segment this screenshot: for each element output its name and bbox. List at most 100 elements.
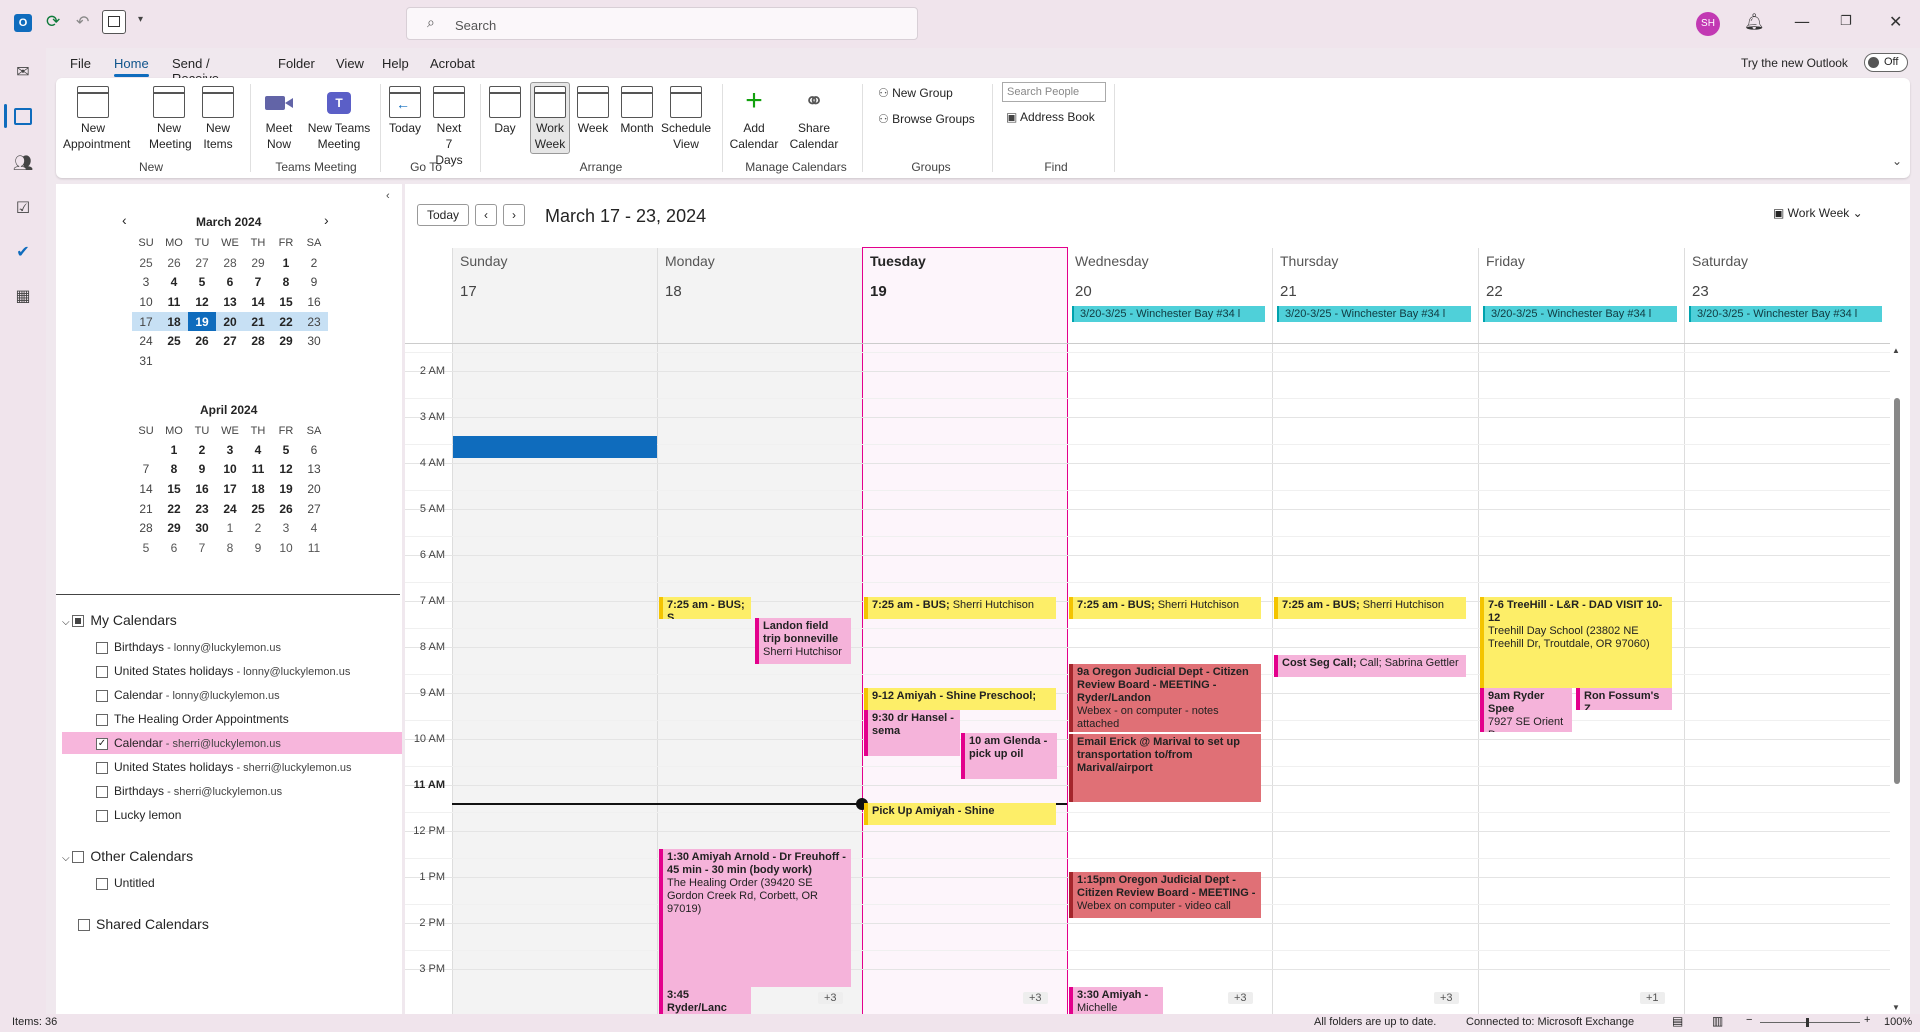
- mini-day[interactable]: 6: [300, 440, 328, 460]
- mini-day[interactable]: 25: [160, 331, 188, 351]
- mini-day[interactable]: 17: [216, 479, 244, 499]
- event-oregon-judicial-2[interactable]: 1:15pm Oregon Judicial Dept - Citizen Re…: [1069, 872, 1261, 918]
- day-header[interactable]: Wednesday: [1075, 253, 1149, 283]
- mini-day[interactable]: 2: [244, 518, 272, 538]
- mini-day[interactable]: 18: [160, 311, 188, 332]
- checkbox[interactable]: [96, 665, 108, 678]
- mini-day[interactable]: 2: [188, 440, 216, 460]
- more-events-indicator[interactable]: +1: [1640, 992, 1665, 1004]
- mini-day[interactable]: 6: [216, 273, 244, 293]
- sync-icon[interactable]: ⟳: [46, 12, 60, 32]
- browse-groups-button[interactable]: ⚇ Browse Groups: [878, 112, 975, 126]
- next-7-days-button[interactable]: Next 7 Days: [426, 86, 472, 168]
- mini-day[interactable]: 15: [272, 292, 300, 312]
- mini-day[interactable]: 10: [272, 538, 300, 558]
- new-items-button[interactable]: New Items: [196, 86, 240, 152]
- search-people-input[interactable]: Search People: [1002, 82, 1106, 102]
- mini-day[interactable]: 28: [244, 331, 272, 351]
- mini-day[interactable]: 1: [272, 253, 300, 273]
- day-column[interactable]: [1684, 248, 1889, 1014]
- checkbox[interactable]: [96, 641, 108, 654]
- bell-icon[interactable]: 🔔︎: [1744, 12, 1764, 31]
- today-button[interactable]: ← Today: [382, 86, 428, 136]
- mini-day[interactable]: 3: [132, 273, 160, 293]
- zoom-slider[interactable]: [1760, 1022, 1860, 1023]
- mini-day[interactable]: 1: [160, 440, 188, 460]
- mini-day[interactable]: 29: [244, 253, 272, 273]
- day-column[interactable]: [452, 248, 657, 1014]
- calendar-item[interactable]: United States holidays - sherri@luckylem…: [96, 756, 352, 778]
- tab-file[interactable]: File: [70, 56, 91, 71]
- new-group-button[interactable]: ⚇ New Group: [878, 86, 953, 100]
- more-events-indicator[interactable]: +3: [1434, 992, 1459, 1004]
- mini-day[interactable]: 18: [244, 479, 272, 499]
- mini-day[interactable]: 4: [160, 273, 188, 293]
- calendar-item[interactable]: United States holidays - lonny@luckylemo…: [96, 660, 350, 682]
- mini-day[interactable]: 13: [300, 460, 328, 480]
- mini-prev-icon[interactable]: ‹: [122, 212, 127, 228]
- mini-day[interactable]: 23: [188, 499, 216, 519]
- mini-day[interactable]: 26: [272, 499, 300, 519]
- mini-day[interactable]: 4: [244, 440, 272, 460]
- checkbox[interactable]: [96, 877, 108, 890]
- my-calendars-header[interactable]: ⌵ My Calendars: [62, 612, 177, 628]
- mini-day[interactable]: 10: [132, 292, 160, 312]
- mini-day[interactable]: 4: [300, 518, 328, 538]
- new-teams-meeting-button[interactable]: T New Teams Meeting: [304, 86, 374, 152]
- more-events-indicator[interactable]: +3: [1228, 992, 1253, 1004]
- collapse-pane-icon[interactable]: ‹: [386, 190, 390, 202]
- customize-toolbar-icon[interactable]: ▾: [138, 14, 143, 25]
- shared-calendars-header[interactable]: Shared Calendars: [78, 916, 209, 932]
- address-book-button[interactable]: ▣ Address Book: [1006, 110, 1095, 124]
- scroll-down-icon[interactable]: ▼: [1892, 1003, 1900, 1012]
- mini-day[interactable]: 3: [272, 518, 300, 538]
- add-calendar-button[interactable]: + Add Calendar: [726, 86, 782, 152]
- new-appointment-button[interactable]: New Appointment: [56, 86, 130, 152]
- event-bus[interactable]: 7:25 am - BUS; Sherri Hutchison: [1274, 597, 1466, 619]
- mini-day[interactable]: 21: [132, 499, 160, 519]
- mini-day[interactable]: 28: [216, 253, 244, 273]
- mini-day[interactable]: 22: [272, 311, 300, 332]
- mini-day[interactable]: 8: [216, 538, 244, 558]
- calendar-item-untitled[interactable]: Untitled: [96, 872, 155, 894]
- mini-day[interactable]: 7: [188, 538, 216, 558]
- minimize-button[interactable]: —: [1794, 12, 1810, 31]
- mini-day[interactable]: 27: [300, 499, 328, 519]
- mini-day[interactable]: 6: [160, 538, 188, 558]
- event-ron-fossum[interactable]: Ron Fossum's Z: [1576, 688, 1672, 710]
- event-glenda[interactable]: 10 am Glenda - pick up oil: [961, 733, 1057, 779]
- mini-day[interactable]: 25: [244, 499, 272, 519]
- view-mode-dropdown[interactable]: ▣ Work Week ⌄: [1773, 206, 1863, 220]
- event-ryder[interactable]: 3:45 Ryder/LancColumbia Gorge: [659, 987, 751, 1014]
- tab-home[interactable]: Home: [114, 56, 149, 77]
- tab-acrobat[interactable]: Acrobat: [430, 56, 475, 71]
- mini-day[interactable]: 19: [188, 311, 216, 332]
- schedule-view-button[interactable]: Schedule View: [660, 86, 712, 152]
- mail-icon[interactable]: ✉: [11, 60, 35, 84]
- tab-help[interactable]: Help: [382, 56, 409, 71]
- mini-day[interactable]: 11: [244, 460, 272, 480]
- calendar-item[interactable]: Birthdays - lonny@luckylemon.us: [96, 636, 281, 658]
- other-calendars-header[interactable]: ⌵ Other Calendars: [62, 848, 193, 864]
- day-number[interactable]: 20: [1075, 283, 1092, 300]
- mini-next-icon[interactable]: ›: [324, 212, 329, 228]
- allday-event[interactable]: 3/20-3/25 - Winchester Bay #34 l: [1277, 306, 1471, 322]
- mini-day[interactable]: 13: [216, 292, 244, 312]
- day-header[interactable]: Saturday: [1692, 253, 1748, 283]
- mini-day[interactable]: 26: [188, 331, 216, 351]
- mini-day[interactable]: 8: [160, 460, 188, 480]
- avatar[interactable]: SH: [1696, 12, 1720, 36]
- undo-icon[interactable]: ↶: [76, 12, 89, 31]
- mini-day[interactable]: 7: [132, 460, 160, 480]
- mini-day[interactable]: 12: [188, 292, 216, 312]
- day-header[interactable]: Friday: [1486, 253, 1525, 283]
- event-landon-trip[interactable]: Landon field trip bonneville Sherri Hutch…: [755, 618, 851, 664]
- event-ryder-speech[interactable]: 9am Ryder Spee7927 SE Orient DSherri Hut…: [1480, 688, 1572, 732]
- maximize-button[interactable]: ❐: [1840, 14, 1852, 29]
- day-view-button[interactable]: Day: [484, 86, 526, 136]
- checkbox[interactable]: [96, 785, 108, 798]
- close-button[interactable]: ✕: [1889, 12, 1902, 31]
- month-view-button[interactable]: Month: [616, 86, 658, 136]
- todo-icon[interactable]: ✔: [11, 240, 35, 264]
- mini-day[interactable]: 15: [160, 479, 188, 499]
